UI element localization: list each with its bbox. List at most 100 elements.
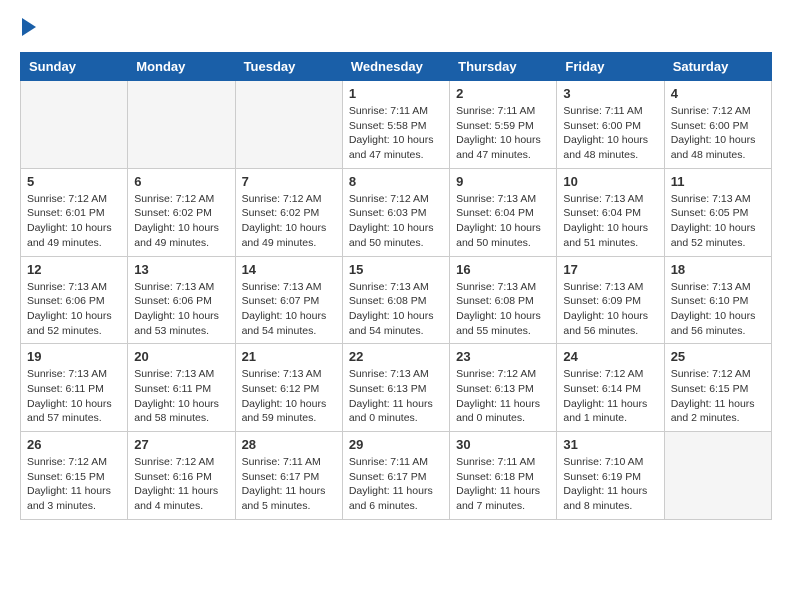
day-info: Sunrise: 7:10 AMSunset: 6:19 PMDaylight:…	[563, 455, 657, 514]
day-info: Sunrise: 7:13 AMSunset: 6:09 PMDaylight:…	[563, 280, 657, 339]
day-info: Sunrise: 7:13 AMSunset: 6:08 PMDaylight:…	[349, 280, 443, 339]
day-number: 26	[27, 437, 121, 452]
day-info: Sunrise: 7:13 AMSunset: 6:13 PMDaylight:…	[349, 367, 443, 426]
calendar-cell: 25 Sunrise: 7:12 AMSunset: 6:15 PMDayligh…	[664, 344, 771, 432]
day-number: 2	[456, 86, 550, 101]
day-number: 22	[349, 349, 443, 364]
day-number: 27	[134, 437, 228, 452]
day-number: 8	[349, 174, 443, 189]
day-info: Sunrise: 7:12 AMSunset: 6:01 PMDaylight:…	[27, 192, 121, 251]
calendar-week-2: 5Sunrise: 7:12 AMSunset: 6:01 PMDaylight…	[21, 168, 772, 256]
day-info: Sunrise: 7:13 AMSunset: 6:12 PMDaylight:…	[242, 367, 336, 426]
day-info: Sunrise: 7:11 AMSunset: 6:17 PMDaylight:…	[242, 455, 336, 514]
weekday-header-monday: Monday	[128, 53, 235, 81]
day-info: Sunrise: 7:13 AMSunset: 6:07 PMDaylight:…	[242, 280, 336, 339]
day-number: 13	[134, 262, 228, 277]
calendar-cell: 29 Sunrise: 7:11 AMSunset: 6:17 PMDayligh…	[342, 432, 449, 520]
day-number: 31	[563, 437, 657, 452]
calendar-cell: 27 Sunrise: 7:12 AMSunset: 6:16 PMDayligh…	[128, 432, 235, 520]
day-number: 6	[134, 174, 228, 189]
day-number: 29	[349, 437, 443, 452]
calendar-table: SundayMondayTuesdayWednesdayThursdayFrid…	[20, 52, 772, 520]
day-info: Sunrise: 7:13 AMSunset: 6:04 PMDaylight:…	[563, 192, 657, 251]
day-info: Sunrise: 7:12 AMSunset: 6:16 PMDaylight:…	[134, 455, 228, 514]
day-number: 30	[456, 437, 550, 452]
weekday-header-wednesday: Wednesday	[342, 53, 449, 81]
day-info: Sunrise: 7:11 AMSunset: 6:00 PMDaylight:…	[563, 104, 657, 163]
day-info: Sunrise: 7:13 AMSunset: 6:10 PMDaylight:…	[671, 280, 765, 339]
day-number: 15	[349, 262, 443, 277]
calendar-cell: 12 Sunrise: 7:13 AMSunset: 6:06 PMDayligh…	[21, 256, 128, 344]
day-info: Sunrise: 7:12 AMSunset: 6:15 PMDaylight:…	[27, 455, 121, 514]
logo-arrow-icon	[22, 18, 36, 36]
calendar-header-row: SundayMondayTuesdayWednesdayThursdayFrid…	[21, 53, 772, 81]
calendar-cell: 5Sunrise: 7:12 AMSunset: 6:01 PMDaylight…	[21, 168, 128, 256]
logo	[20, 20, 36, 36]
day-info: Sunrise: 7:13 AMSunset: 6:11 PMDaylight:…	[134, 367, 228, 426]
calendar-week-5: 26 Sunrise: 7:12 AMSunset: 6:15 PMDayligh…	[21, 432, 772, 520]
day-info: Sunrise: 7:12 AMSunset: 6:15 PMDaylight:…	[671, 367, 765, 426]
calendar-cell: 7Sunrise: 7:12 AMSunset: 6:02 PMDaylight…	[235, 168, 342, 256]
calendar-cell	[128, 81, 235, 169]
page-header	[20, 20, 772, 36]
calendar-cell: 21 Sunrise: 7:13 AMSunset: 6:12 PMDayligh…	[235, 344, 342, 432]
day-info: Sunrise: 7:11 AMSunset: 6:18 PMDaylight:…	[456, 455, 550, 514]
calendar-cell: 28 Sunrise: 7:11 AMSunset: 6:17 PMDayligh…	[235, 432, 342, 520]
day-info: Sunrise: 7:12 AMSunset: 6:14 PMDaylight:…	[563, 367, 657, 426]
day-info: Sunrise: 7:13 AMSunset: 6:08 PMDaylight:…	[456, 280, 550, 339]
calendar-cell	[664, 432, 771, 520]
day-number: 10	[563, 174, 657, 189]
calendar-cell: 16 Sunrise: 7:13 AMSunset: 6:08 PMDayligh…	[450, 256, 557, 344]
day-number: 24	[563, 349, 657, 364]
day-number: 21	[242, 349, 336, 364]
day-info: Sunrise: 7:12 AMSunset: 6:03 PMDaylight:…	[349, 192, 443, 251]
day-info: Sunrise: 7:12 AMSunset: 6:00 PMDaylight:…	[671, 104, 765, 163]
day-number: 3	[563, 86, 657, 101]
calendar-cell: 19 Sunrise: 7:13 AMSunset: 6:11 PMDayligh…	[21, 344, 128, 432]
day-number: 17	[563, 262, 657, 277]
calendar-cell: 1 Sunrise: 7:11 AMSunset: 5:58 PMDaylight…	[342, 81, 449, 169]
calendar-cell: 4 Sunrise: 7:12 AMSunset: 6:00 PMDaylight…	[664, 81, 771, 169]
calendar-cell	[21, 81, 128, 169]
day-number: 23	[456, 349, 550, 364]
calendar-cell: 11Sunrise: 7:13 AMSunset: 6:05 PMDayligh…	[664, 168, 771, 256]
day-info: Sunrise: 7:13 AMSunset: 6:04 PMDaylight:…	[456, 192, 550, 251]
day-info: Sunrise: 7:13 AMSunset: 6:06 PMDaylight:…	[134, 280, 228, 339]
day-number: 28	[242, 437, 336, 452]
calendar-cell: 22 Sunrise: 7:13 AMSunset: 6:13 PMDayligh…	[342, 344, 449, 432]
calendar-cell: 17 Sunrise: 7:13 AMSunset: 6:09 PMDayligh…	[557, 256, 664, 344]
day-number: 4	[671, 86, 765, 101]
day-info: Sunrise: 7:12 AMSunset: 6:13 PMDaylight:…	[456, 367, 550, 426]
calendar-cell: 14Sunrise: 7:13 AMSunset: 6:07 PMDayligh…	[235, 256, 342, 344]
weekday-header-thursday: Thursday	[450, 53, 557, 81]
calendar-cell: 3 Sunrise: 7:11 AMSunset: 6:00 PMDaylight…	[557, 81, 664, 169]
day-info: Sunrise: 7:11 AMSunset: 6:17 PMDaylight:…	[349, 455, 443, 514]
day-number: 20	[134, 349, 228, 364]
day-number: 16	[456, 262, 550, 277]
day-number: 7	[242, 174, 336, 189]
day-info: Sunrise: 7:13 AMSunset: 6:05 PMDaylight:…	[671, 192, 765, 251]
weekday-header-saturday: Saturday	[664, 53, 771, 81]
calendar-cell: 2Sunrise: 7:11 AMSunset: 5:59 PMDaylight…	[450, 81, 557, 169]
day-number: 19	[27, 349, 121, 364]
calendar-cell: 10 Sunrise: 7:13 AMSunset: 6:04 PMDayligh…	[557, 168, 664, 256]
day-number: 1	[349, 86, 443, 101]
calendar-cell: 30 Sunrise: 7:11 AMSunset: 6:18 PMDayligh…	[450, 432, 557, 520]
day-number: 9	[456, 174, 550, 189]
calendar-cell: 6Sunrise: 7:12 AMSunset: 6:02 PMDaylight…	[128, 168, 235, 256]
day-info: Sunrise: 7:13 AMSunset: 6:11 PMDaylight:…	[27, 367, 121, 426]
day-number: 12	[27, 262, 121, 277]
calendar-cell: 23 Sunrise: 7:12 AMSunset: 6:13 PMDayligh…	[450, 344, 557, 432]
calendar-cell: 20 Sunrise: 7:13 AMSunset: 6:11 PMDayligh…	[128, 344, 235, 432]
day-number: 18	[671, 262, 765, 277]
calendar-cell: 8 Sunrise: 7:12 AMSunset: 6:03 PMDaylight…	[342, 168, 449, 256]
weekday-header-friday: Friday	[557, 53, 664, 81]
calendar-cell: 31 Sunrise: 7:10 AMSunset: 6:19 PMDayligh…	[557, 432, 664, 520]
day-number: 25	[671, 349, 765, 364]
calendar-cell: 18 Sunrise: 7:13 AMSunset: 6:10 PMDayligh…	[664, 256, 771, 344]
day-info: Sunrise: 7:11 AMSunset: 5:58 PMDaylight:…	[349, 104, 443, 163]
day-info: Sunrise: 7:13 AMSunset: 6:06 PMDaylight:…	[27, 280, 121, 339]
calendar-week-4: 19 Sunrise: 7:13 AMSunset: 6:11 PMDayligh…	[21, 344, 772, 432]
weekday-header-tuesday: Tuesday	[235, 53, 342, 81]
weekday-header-sunday: Sunday	[21, 53, 128, 81]
